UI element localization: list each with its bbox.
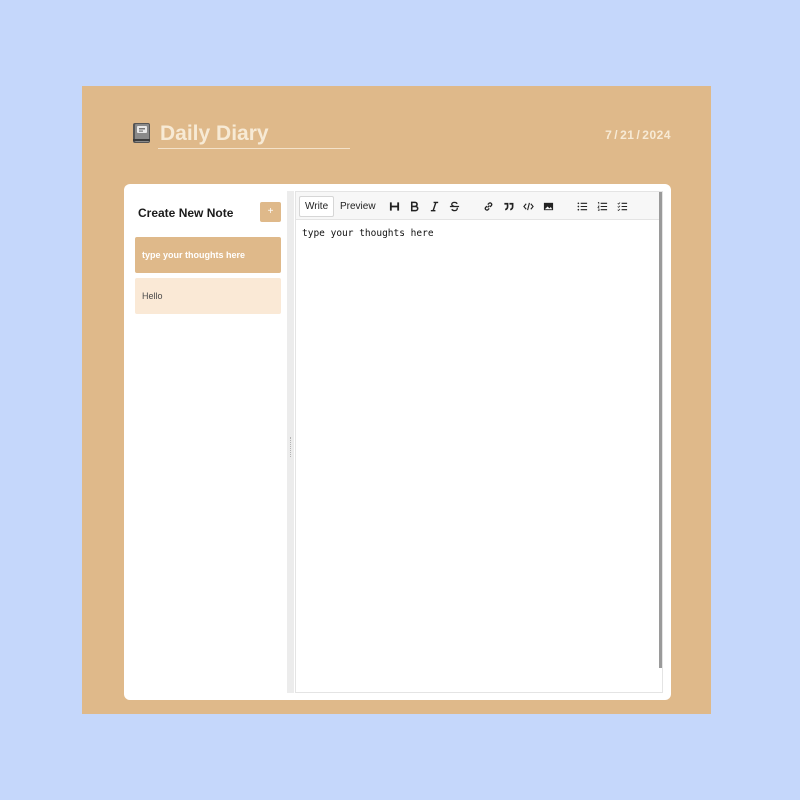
date-month: 7 bbox=[605, 128, 613, 142]
editor-scrollbar[interactable] bbox=[659, 192, 662, 668]
date-separator: / bbox=[636, 128, 641, 142]
add-note-button[interactable]: + bbox=[260, 202, 281, 222]
resize-handle[interactable] bbox=[287, 191, 294, 693]
diary-book-icon bbox=[133, 123, 150, 143]
bold-icon[interactable] bbox=[408, 200, 420, 212]
grip-icon bbox=[290, 437, 291, 457]
notes-sidebar: Create New Note + type your thoughts her… bbox=[124, 184, 287, 700]
note-text-area[interactable]: type your thoughts here bbox=[302, 228, 434, 239]
strikethrough-icon[interactable] bbox=[448, 200, 460, 212]
bullet-list-icon[interactable] bbox=[576, 200, 588, 212]
app-title: Daily Diary bbox=[158, 122, 350, 149]
link-icon[interactable] bbox=[482, 200, 494, 212]
numbered-list-icon[interactable] bbox=[596, 200, 608, 212]
sidebar-title: Create New Note bbox=[138, 206, 234, 220]
date-day: 21 bbox=[620, 128, 635, 142]
main-card: Create New Note + type your thoughts her… bbox=[124, 184, 671, 700]
note-item-active[interactable]: type your thoughts here bbox=[135, 237, 281, 273]
image-icon[interactable] bbox=[542, 200, 554, 212]
tab-write[interactable]: Write bbox=[299, 196, 335, 217]
current-date: 7/21/2024 bbox=[605, 128, 671, 142]
italic-icon[interactable] bbox=[428, 200, 440, 212]
diary-app: Daily Diary 7/21/2024 Create New Note + … bbox=[82, 86, 711, 714]
code-icon[interactable] bbox=[522, 200, 534, 212]
task-list-icon[interactable] bbox=[616, 200, 628, 212]
date-separator: / bbox=[614, 128, 619, 142]
quote-icon[interactable] bbox=[502, 200, 514, 212]
date-year: 2024 bbox=[642, 128, 671, 142]
heading-icon[interactable] bbox=[388, 200, 400, 212]
editor-toolbar: Write Preview bbox=[296, 192, 662, 220]
note-item[interactable]: Hello bbox=[135, 278, 281, 314]
tab-preview[interactable]: Preview bbox=[334, 196, 382, 217]
markdown-editor: Write Preview type your thoughts here bbox=[295, 191, 663, 693]
